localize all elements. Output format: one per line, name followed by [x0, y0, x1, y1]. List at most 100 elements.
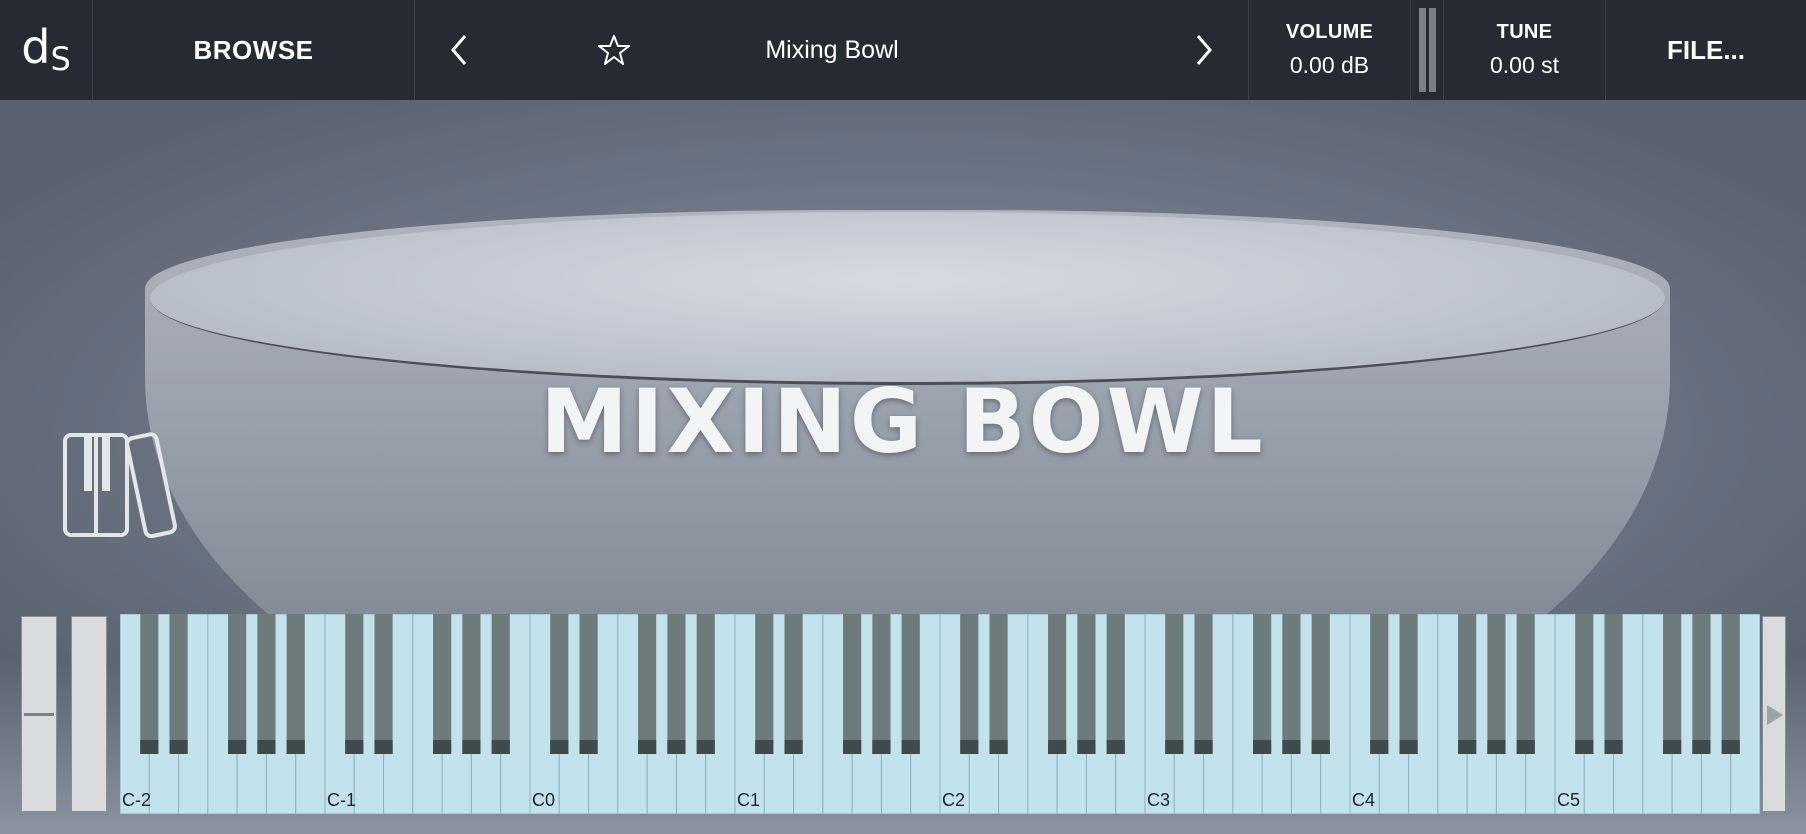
black-key-tip: [1253, 740, 1272, 754]
black-key[interactable]: [843, 614, 862, 754]
preset-name[interactable]: Mixing Bowl: [415, 0, 1249, 100]
octave-label: C-2: [122, 790, 151, 810]
black-key-tip: [872, 740, 891, 754]
black-key[interactable]: [345, 614, 364, 754]
black-key-tip: [1487, 740, 1506, 754]
preset-selector: Mixing Bowl: [415, 0, 1249, 100]
black-key[interactable]: [433, 614, 452, 754]
black-key[interactable]: [140, 614, 159, 754]
black-key[interactable]: [1721, 614, 1740, 754]
black-key[interactable]: [1458, 614, 1477, 754]
black-key-tip: [696, 740, 715, 754]
bowl-rim: [150, 212, 1665, 385]
black-key[interactable]: [872, 614, 891, 754]
black-key-tip: [843, 740, 862, 754]
volume-label: VOLUME: [1285, 21, 1374, 43]
octave-label: C2: [942, 790, 965, 810]
volume-value: 0.00 dB: [1289, 52, 1370, 78]
black-key-tip: [1721, 740, 1740, 754]
black-key[interactable]: [550, 614, 569, 754]
black-key[interactable]: [755, 614, 774, 754]
black-key[interactable]: [1311, 614, 1330, 754]
black-key[interactable]: [1516, 614, 1535, 754]
black-key[interactable]: [1487, 614, 1506, 754]
black-key-tip: [1311, 740, 1330, 754]
black-key[interactable]: [960, 614, 979, 754]
black-key[interactable]: [667, 614, 686, 754]
keyboard-scroll-right[interactable]: [1762, 616, 1786, 812]
black-key-tip: [169, 740, 188, 754]
black-key[interactable]: [1663, 614, 1682, 754]
volume-control[interactable]: VOLUME 0.00 dB: [1249, 0, 1411, 100]
browse-button[interactable]: BROWSE: [93, 0, 415, 100]
logo-letter-s: S: [50, 40, 71, 78]
chevron-left-icon[interactable]: [445, 30, 475, 70]
black-key-tip: [550, 740, 569, 754]
triangle-right-icon: [1767, 705, 1783, 725]
black-key[interactable]: [1077, 614, 1096, 754]
black-key[interactable]: [1282, 614, 1301, 754]
black-key[interactable]: [638, 614, 657, 754]
tune-value: 0.00 st: [1489, 52, 1560, 78]
black-key[interactable]: [696, 614, 715, 754]
top-bar: dS BROWSE Mixing Bowl VOLUME 0.00 dB TUN…: [0, 0, 1806, 100]
black-key-tip: [462, 740, 481, 754]
black-key[interactable]: [1253, 614, 1272, 754]
file-menu-button[interactable]: FILE...: [1606, 0, 1806, 100]
black-key[interactable]: [228, 614, 247, 754]
black-key-tip: [1048, 740, 1067, 754]
black-key-tip: [286, 740, 305, 754]
piano-library-icon[interactable]: [60, 430, 190, 540]
octave-label: C5: [1557, 790, 1580, 810]
black-key[interactable]: [286, 614, 305, 754]
level-meter-right: [1429, 8, 1436, 92]
black-key[interactable]: [169, 614, 188, 754]
octave-label: C-1: [327, 790, 356, 810]
star-icon[interactable]: [598, 34, 630, 66]
app-window: dS BROWSE Mixing Bowl VOLUME 0.00 dB TUN…: [0, 0, 1806, 834]
black-key[interactable]: [1575, 614, 1594, 754]
black-key[interactable]: [1194, 614, 1213, 754]
black-key[interactable]: [1165, 614, 1184, 754]
pitch-wheel-center-mark: [24, 713, 54, 716]
black-key[interactable]: [1048, 614, 1067, 754]
pitch-bend-wheel[interactable]: [21, 616, 57, 812]
black-key-tip: [228, 740, 247, 754]
black-key[interactable]: [374, 614, 393, 754]
logo-letter-d: d: [21, 20, 51, 74]
black-key[interactable]: [784, 614, 803, 754]
piano-keyboard[interactable]: C-2 C-1 C0 C1 C2 C3 C4 C5: [120, 614, 1760, 814]
black-key-tip: [1399, 740, 1418, 754]
black-key-tip: [1516, 740, 1535, 754]
black-key-tip: [1194, 740, 1213, 754]
black-key[interactable]: [989, 614, 1008, 754]
black-key-tip: [638, 740, 657, 754]
black-key[interactable]: [1692, 614, 1711, 754]
black-key-tip: [433, 740, 452, 754]
black-key-tip: [1106, 740, 1125, 754]
black-key[interactable]: [1399, 614, 1418, 754]
black-key[interactable]: [1370, 614, 1389, 754]
black-key[interactable]: [462, 614, 481, 754]
black-key[interactable]: [1106, 614, 1125, 754]
tune-label: TUNE: [1496, 21, 1553, 43]
black-key[interactable]: [579, 614, 598, 754]
black-key[interactable]: [491, 614, 510, 754]
modulation-wheel[interactable]: [71, 616, 107, 812]
black-key[interactable]: [257, 614, 276, 754]
black-key-tip: [1604, 740, 1623, 754]
black-key-tip: [140, 740, 159, 754]
chevron-right-icon[interactable]: [1188, 30, 1218, 70]
black-key-tip: [901, 740, 920, 754]
black-key[interactable]: [1604, 614, 1623, 754]
level-meter: [1411, 0, 1444, 100]
black-key-tip: [960, 740, 979, 754]
octave-label: C1: [737, 790, 760, 810]
browse-label: BROWSE: [193, 34, 314, 65]
black-key-tip: [989, 740, 1008, 754]
black-key[interactable]: [901, 614, 920, 754]
black-key-tip: [1663, 740, 1682, 754]
tune-control[interactable]: TUNE 0.00 st: [1444, 0, 1606, 100]
black-key-tip: [491, 740, 510, 754]
octave-label: C4: [1352, 790, 1375, 810]
